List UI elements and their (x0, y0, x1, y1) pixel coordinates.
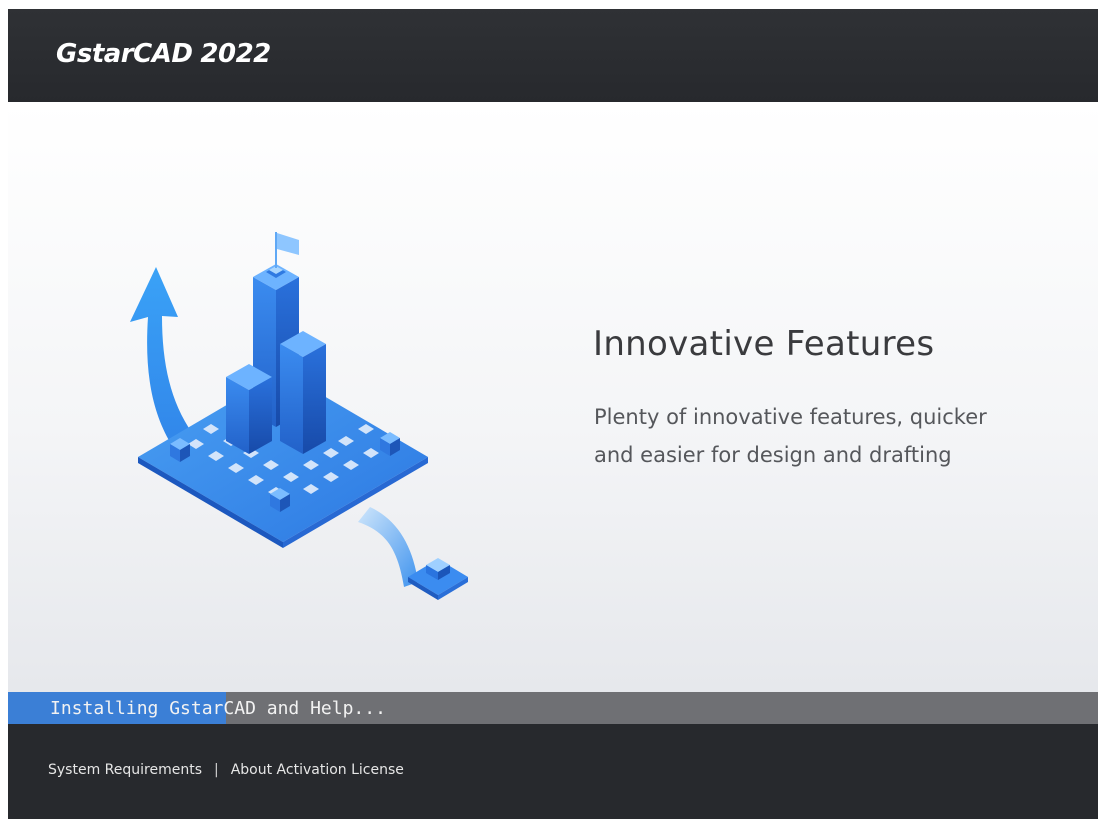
product-version: 2022 (200, 39, 271, 69)
about-activation-license-link[interactable]: About Activation License (231, 762, 404, 778)
header-bar: GstarCAD 2022 (8, 9, 1098, 102)
feature-title: Innovative Features (593, 324, 935, 364)
feature-description: Plenty of innovative features, quicker a… (594, 405, 987, 467)
footer-bar: System Requirements | About Activation Lic… (8, 724, 1098, 819)
installer-window: GstarCAD 2022 Innovative Features Plenty… (8, 9, 1098, 819)
footer-links: System Requirements | About Activation Lic… (48, 762, 404, 778)
install-progress-bar: Installing GstarCAD and Help... (8, 692, 1098, 724)
install-status-text: Installing GstarCAD and Help... (50, 698, 386, 719)
isometric-city-growth-icon (130, 232, 468, 600)
system-requirements-link[interactable]: System Requirements (48, 762, 202, 778)
brand-name: GstarCAD (56, 39, 193, 69)
gstarcad-logo: GstarCAD 2022 (56, 39, 271, 69)
footer-separator: | (214, 762, 219, 778)
feature-panel: Innovative Features Plenty of innovative… (8, 102, 1098, 692)
